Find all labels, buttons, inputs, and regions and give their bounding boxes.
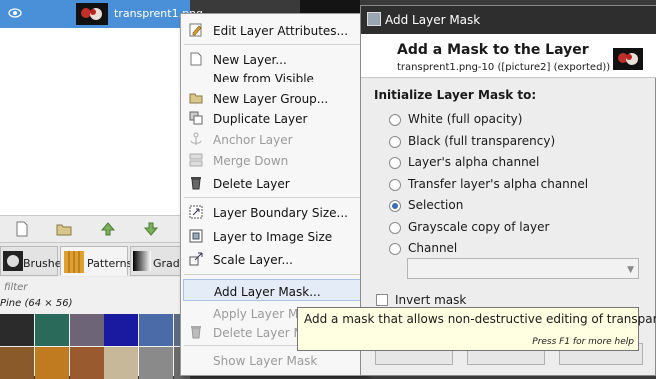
menu-label: Add Layer Mask... — [214, 285, 321, 299]
lower-layer-icon[interactable] — [143, 221, 159, 237]
pattern-swatch[interactable] — [139, 314, 173, 346]
tooltip-hint: Press F1 for more help — [532, 337, 634, 347]
menu-item-edit-layer-attributes[interactable]: Edit Layer Attributes... — [181, 20, 366, 40]
new-group-icon[interactable] — [56, 221, 72, 237]
menu-separator — [184, 44, 363, 45]
layers-toolbar — [0, 215, 190, 242]
dialog-heading: Add a Mask to the Layer — [397, 42, 589, 58]
pattern-preview-icon — [64, 251, 84, 273]
pattern-swatch[interactable] — [35, 347, 69, 379]
menu-separator — [184, 274, 363, 275]
layer-preview-thumbnail — [613, 48, 643, 70]
dialog-subheading: transprent1.png-10 ([picture2] (exported… — [397, 62, 611, 73]
menu-label: Anchor Layer — [213, 133, 293, 147]
menu-item-new-layer-group[interactable]: New Layer Group... — [181, 88, 366, 108]
menu-label: Scale Layer... — [213, 253, 293, 267]
menu-item-layer-to-image-size[interactable]: Layer to Image Size — [181, 226, 366, 246]
layer-thumbnail — [76, 3, 108, 25]
pattern-swatch[interactable] — [70, 314, 104, 346]
dialog-titlebar[interactable]: Add Layer Mask — [361, 6, 656, 34]
new-layer-icon[interactable] — [14, 221, 30, 237]
layer-to-image-icon — [189, 229, 203, 243]
folder-icon — [189, 93, 203, 104]
tooltip-text: Add a mask that allows non-destructive e… — [304, 312, 656, 326]
menu-item-new-from-visible[interactable]: New from Visible — [181, 68, 366, 82]
brush-preview-icon — [3, 251, 23, 271]
delete-mask-icon — [191, 326, 201, 339]
menu-label: Layer Boundary Size... — [213, 206, 348, 220]
radio-button[interactable] — [389, 114, 401, 126]
scale-icon — [189, 252, 203, 266]
menu-item-show-layer-mask[interactable]: Show Layer Mask — [181, 350, 366, 370]
patterns-area: filter Pine (64 × 56) — [0, 277, 190, 379]
menu-item-anchor-layer[interactable]: Anchor Layer — [181, 129, 366, 149]
pattern-swatch[interactable] — [0, 347, 34, 379]
menu-item-layer-boundary-size[interactable]: Layer Boundary Size... — [181, 202, 366, 222]
menu-label: Edit Layer Attributes... — [213, 24, 349, 38]
radio-label: White (full opacity) — [408, 112, 523, 126]
pattern-swatch[interactable] — [70, 347, 104, 379]
dock-tabs: Brushes Patterns Gradien — [0, 242, 190, 277]
section-label: Initialize Layer Mask to: — [374, 88, 537, 102]
menu-label: New Layer... — [213, 53, 287, 67]
tab-patterns-label: Patterns — [87, 257, 133, 270]
layer-row[interactable]: transprent1.png — [0, 0, 203, 28]
tab-patterns[interactable]: Patterns — [60, 246, 132, 276]
menu-label: Layer to Image Size — [213, 230, 333, 244]
menu-label: New from Visible — [213, 72, 314, 82]
radio-label: Layer's alpha channel — [408, 155, 540, 169]
menu-label: New Layer Group... — [213, 92, 329, 106]
tab-brushes[interactable]: Brushes — [0, 246, 67, 276]
tooltip: Add a mask that allows non-destructive e… — [297, 307, 656, 351]
new-layer-icon — [190, 52, 202, 66]
radio-label: Black (full transparency) — [408, 134, 556, 148]
menu-label: Duplicate Layer — [213, 112, 308, 126]
menu-item-duplicate-layer[interactable]: Duplicate Layer — [181, 108, 366, 128]
radio-button[interactable] — [389, 200, 401, 212]
dialog-header: Add a Mask to the Layer transprent1.png-… — [361, 34, 656, 78]
edit-icon — [189, 23, 202, 37]
radio-label: Channel — [408, 241, 458, 255]
filter-field[interactable]: filter — [4, 282, 27, 293]
radio-button[interactable] — [389, 179, 401, 191]
radio-label: Transfer layer's alpha channel — [408, 177, 589, 191]
layers-panel: transprent1.png — [0, 0, 203, 215]
eye-icon[interactable] — [8, 7, 22, 19]
invert-mask-checkbox[interactable] — [376, 294, 388, 306]
radio-label: Selection — [408, 198, 464, 212]
raise-layer-icon[interactable] — [100, 221, 116, 237]
menu-separator — [184, 197, 363, 198]
menu-item-scale-layer[interactable]: Scale Layer... — [181, 249, 366, 269]
menu-item-add-layer-mask[interactable]: Add Layer Mask... — [183, 279, 364, 301]
invert-mask-label: Invert mask — [395, 293, 467, 307]
radio-button[interactable] — [389, 243, 401, 255]
duplicate-icon — [189, 111, 203, 125]
pattern-swatch[interactable] — [0, 314, 34, 346]
delete-icon — [191, 177, 201, 190]
window-icon — [367, 12, 381, 26]
gradient-preview-icon — [133, 251, 151, 271]
anchor-icon — [190, 132, 202, 145]
dialog-title: Add Layer Mask — [385, 13, 481, 27]
merge-down-icon — [189, 153, 203, 167]
menu-item-new-layer[interactable]: New Layer... — [181, 49, 366, 69]
pattern-swatch[interactable] — [35, 314, 69, 346]
chevron-down-icon: ▼ — [627, 265, 634, 275]
pattern-name: Pine (64 × 56) — [0, 298, 73, 309]
radio-button[interactable] — [389, 222, 401, 234]
menu-label: Delete Layer — [213, 177, 290, 191]
menu-label: Show Layer Mask — [213, 354, 318, 368]
menu-item-delete-layer[interactable]: Delete Layer — [181, 173, 366, 193]
pattern-swatch[interactable] — [104, 347, 138, 379]
radio-button[interactable] — [389, 157, 401, 169]
menu-label: Merge Down — [213, 154, 289, 168]
radio-label: Grayscale copy of layer — [408, 220, 550, 234]
pattern-swatch[interactable] — [104, 314, 138, 346]
channel-select[interactable]: ▼ — [407, 258, 639, 279]
menu-item-merge-down[interactable]: Merge Down — [181, 150, 366, 170]
boundary-size-icon — [189, 205, 203, 219]
pattern-swatch[interactable] — [139, 347, 173, 379]
radio-button[interactable] — [389, 136, 401, 148]
